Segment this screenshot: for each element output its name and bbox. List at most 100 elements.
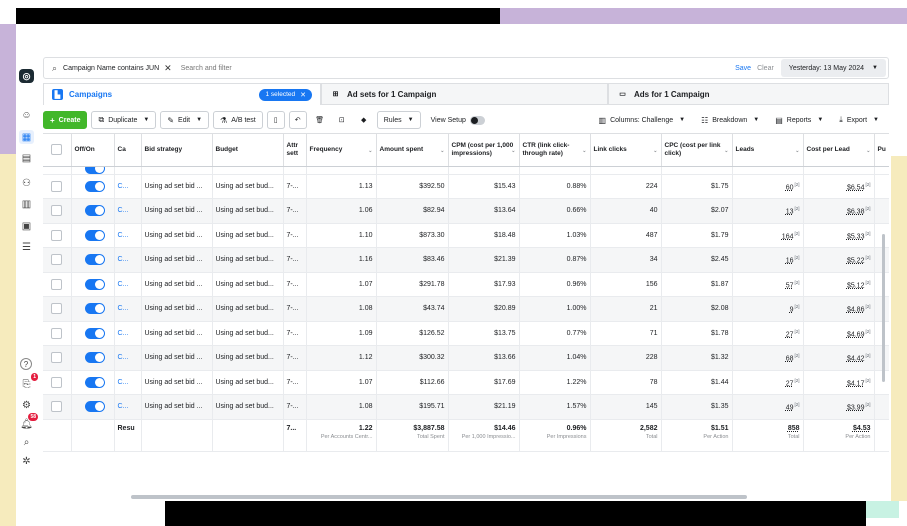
campaign-toggle[interactable]: [84, 327, 105, 339]
cell-leads-value[interactable]: 27: [786, 331, 794, 338]
date-range-picker[interactable]: Yesterday: 13 May 2024 ▼: [780, 59, 886, 77]
row-checkbox[interactable]: [51, 180, 63, 192]
campaign-toggle[interactable]: [84, 352, 105, 364]
cell-cost-per-lead-value[interactable]: $4.86: [847, 306, 865, 313]
row-checkbox[interactable]: [51, 254, 63, 266]
row-checkbox[interactable]: [51, 401, 63, 413]
col-leads[interactable]: Leads ⌄: [732, 134, 804, 167]
alerts-icon[interactable]: 🔔︎ 58: [19, 413, 38, 431]
table-row[interactable]: C... Using ad set bid ... Using ad set bud…: [43, 370, 889, 395]
account-overview-icon[interactable]: ☺: [19, 108, 34, 122]
campaign-toggle[interactable]: [84, 278, 105, 290]
cell-leads-value[interactable]: 27: [786, 380, 794, 387]
search-filter-input[interactable]: Search and filter: [181, 65, 735, 72]
cell-campaign-name[interactable]: C...: [114, 198, 142, 224]
rules-button[interactable]: Rules ▼: [376, 111, 421, 129]
tab-ads[interactable]: ▭ Ads for 1 Campaign: [608, 83, 889, 105]
vertical-scrollbar[interactable]: [882, 234, 885, 382]
cell-campaign-name[interactable]: C...: [114, 345, 142, 371]
meta-logo-icon[interactable]: ◎: [19, 69, 34, 83]
campaigns-grid-icon[interactable]: ▦: [19, 130, 34, 144]
campaign-toggle[interactable]: [84, 303, 105, 315]
col-budget[interactable]: Budget: [212, 134, 284, 167]
delete-button[interactable]: 🗑︎: [311, 111, 329, 129]
duplicate-button[interactable]: ⧉ Duplicate ▼: [91, 111, 157, 129]
col-cost-per-lead[interactable]: Cost per Lead ⌄: [803, 134, 875, 167]
undo-button[interactable]: ↶: [288, 111, 307, 129]
row-checkbox[interactable]: [51, 278, 63, 290]
table-row[interactable]: C... Using ad set bid ... Using ad set bud…: [43, 394, 889, 420]
sort-icon[interactable]: ⌄: [795, 147, 799, 155]
remove-filter-icon[interactable]: ✕: [164, 63, 172, 74]
cell-campaign-name[interactable]: C...: [114, 272, 142, 297]
sort-icon[interactable]: ⌄: [653, 147, 657, 155]
col-cpm[interactable]: CPM (cost per 1,000 impressions) ⌄: [448, 134, 520, 167]
cell-cost-per-lead-value[interactable]: $5.12: [847, 282, 865, 289]
create-button[interactable]: + Create: [43, 111, 88, 129]
campaign-toggle[interactable]: [84, 229, 105, 241]
table-row[interactable]: C... Using ad set bid ... Using ad set bud…: [43, 345, 889, 371]
menu-icon[interactable]: ☰: [19, 240, 34, 254]
breakdown-button[interactable]: ☷ Breakdown ▼: [695, 111, 765, 129]
reports-button[interactable]: ▤ Reports ▼: [769, 111, 829, 129]
table-row[interactable]: C... Using ad set bid ... Using ad set bud…: [43, 272, 889, 297]
cell-leads-value[interactable]: 9: [790, 306, 794, 313]
info-icon[interactable]: [2]: [865, 182, 870, 187]
col-cpc[interactable]: CPC (cost per link click) ⌄: [661, 134, 733, 167]
info-icon[interactable]: [2]: [865, 304, 870, 309]
table-row[interactable]: C... Using ad set bid ... Using ad set bud…: [43, 321, 889, 346]
campaign-toggle[interactable]: [84, 205, 105, 217]
help-icon[interactable]: ?: [20, 358, 32, 370]
cell-cost-per-lead-value[interactable]: $5.33: [847, 233, 865, 240]
view-setup-toggle[interactable]: View Setup: [425, 111, 491, 129]
row-checkbox[interactable]: [51, 376, 63, 388]
cell-campaign-name[interactable]: C...: [114, 321, 142, 346]
tab-ad-sets[interactable]: ⊞ Ad sets for 1 Campaign: [321, 83, 608, 105]
sort-icon[interactable]: ⌄: [866, 147, 870, 155]
cell-toggle[interactable]: [71, 166, 115, 175]
tag-button[interactable]: ◆: [355, 111, 373, 129]
select-all-header[interactable]: [43, 134, 72, 167]
tab-campaigns[interactable]: ▙ Campaigns 1 selected ✕: [43, 83, 321, 105]
info-icon[interactable]: [2]: [794, 231, 799, 236]
cell-leads-value[interactable]: 164: [782, 233, 794, 240]
col-bid-strategy[interactable]: Bid strategy: [141, 134, 213, 167]
horizontal-scrollbar[interactable]: [131, 495, 747, 499]
campaign-toggle[interactable]: [84, 166, 105, 173]
cell-leads-value[interactable]: 49: [786, 404, 794, 411]
info-icon[interactable]: [2]: [794, 402, 799, 407]
info-icon[interactable]: [2]: [865, 378, 870, 383]
info-icon[interactable]: [2]: [865, 353, 870, 358]
info-icon[interactable]: [2]: [865, 402, 870, 407]
view-setup-switch[interactable]: [469, 115, 485, 125]
info-icon[interactable]: [2]: [865, 255, 870, 260]
col-amount-spent[interactable]: Amount spent ⌄: [376, 134, 449, 167]
pages-icon[interactable]: ▤: [19, 151, 34, 165]
row-checkbox[interactable]: [51, 229, 63, 241]
cell-leads-value[interactable]: 13: [786, 208, 794, 215]
info-icon[interactable]: [2]: [865, 206, 870, 211]
col-ctr[interactable]: CTR (link click-through rate) ⌄: [519, 134, 591, 167]
cell-campaign-name[interactable]: C...: [114, 370, 142, 395]
cell-campaign-name[interactable]: C...: [114, 223, 142, 248]
cell-campaign-name[interactable]: C...: [114, 296, 142, 322]
selected-count-pill[interactable]: 1 selected ✕: [259, 88, 312, 101]
col-campaign[interactable]: Ca: [114, 134, 142, 167]
cell-leads-value[interactable]: 60: [786, 184, 794, 191]
sort-icon[interactable]: ⌄: [724, 147, 728, 155]
col-purchases[interactable]: Pu: [874, 134, 889, 167]
campaign-toggle[interactable]: [84, 254, 105, 266]
ab-test-button[interactable]: ⚗ A/B test: [213, 111, 263, 129]
row-checkbox[interactable]: [51, 303, 63, 315]
audiences-icon[interactable]: ⚇: [19, 176, 34, 190]
cell-campaign-name[interactable]: C...: [114, 174, 142, 199]
save-filter-link[interactable]: Save: [735, 65, 751, 72]
sort-icon[interactable]: ⌄: [440, 147, 444, 155]
clear-filter-link[interactable]: Clear: [757, 65, 774, 72]
search-icon[interactable]: ⌕: [19, 435, 34, 449]
cell-campaign-name[interactable]: C...: [114, 247, 142, 273]
info-icon[interactable]: [2]: [794, 378, 799, 383]
caret-down-icon[interactable]: ▼: [143, 117, 149, 123]
bug-report-icon[interactable]: ✲: [19, 454, 34, 468]
col-attribution[interactable]: Attr sett: [283, 134, 307, 167]
